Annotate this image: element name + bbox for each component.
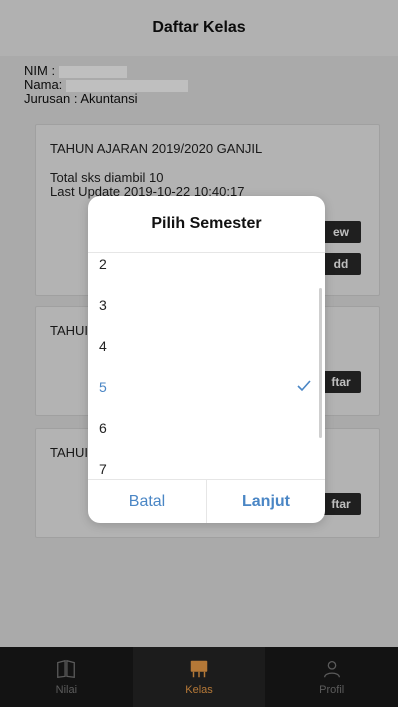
option-label: 4: [99, 337, 107, 354]
option-label: 7: [99, 460, 107, 477]
dialog-title: Pilih Semester: [151, 215, 262, 232]
list-scrollbar[interactable]: [319, 288, 322, 438]
semester-option[interactable]: 6: [88, 407, 325, 448]
semester-option[interactable]: 7: [88, 448, 325, 478]
semester-picker-dialog: Pilih Semester 2 3 4 5 6 7 Batal Lanjut: [88, 196, 325, 523]
confirm-button[interactable]: Lanjut: [206, 480, 325, 523]
semester-option[interactable]: 2: [88, 253, 325, 284]
semester-option[interactable]: 3: [88, 284, 325, 325]
option-label: 5: [99, 378, 107, 395]
dialog-actions: Batal Lanjut: [88, 479, 325, 523]
option-label: 6: [99, 419, 107, 436]
cancel-button[interactable]: Batal: [88, 480, 206, 523]
semester-list[interactable]: 2 3 4 5 6 7: [88, 253, 325, 478]
semester-option-selected[interactable]: 5: [88, 366, 325, 407]
option-label: 3: [99, 296, 107, 313]
checkmark-icon: [297, 379, 311, 395]
semester-option[interactable]: 4: [88, 325, 325, 366]
option-label: 2: [99, 255, 107, 272]
